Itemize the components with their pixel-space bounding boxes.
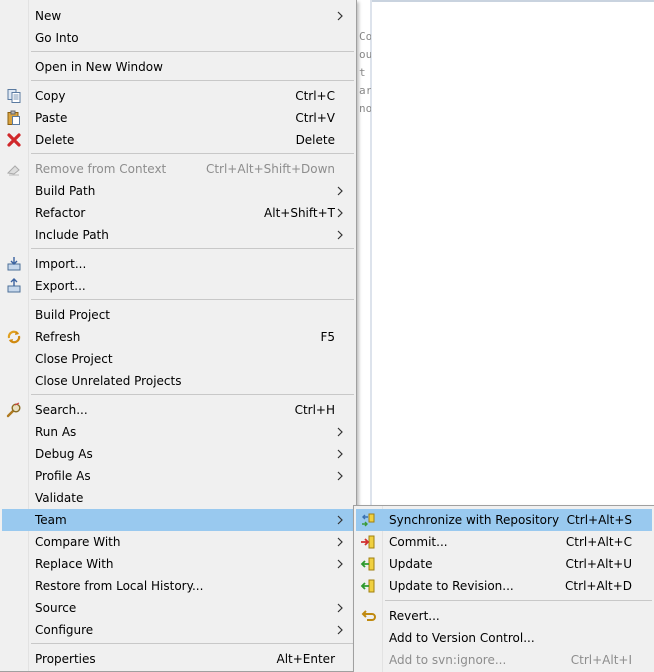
menu-item-team[interactable]: Team (2, 509, 354, 531)
menu-item-configure[interactable]: Configure (2, 619, 354, 641)
submenu-item-commit[interactable]: Commit... Ctrl+Alt+C (356, 531, 652, 553)
commit-icon (361, 535, 375, 549)
menu-separator (385, 600, 652, 601)
menu-item-paste[interactable]: Paste Ctrl+V (2, 107, 354, 129)
submenu-arrow-icon (337, 559, 343, 569)
submenu-arrow-icon (337, 186, 343, 196)
menu-item-build-project[interactable]: Build Project (2, 304, 354, 326)
submenu-arrow-icon (337, 230, 343, 240)
menu-separator (31, 153, 354, 154)
menu-item-validate[interactable]: Validate (2, 487, 354, 509)
editor-code-fragment: Co ou t are no (359, 30, 371, 115)
revert-icon (361, 610, 376, 621)
export-icon (7, 278, 21, 293)
menu-item-source[interactable]: Source (2, 597, 354, 619)
menu-item-restore-local-history[interactable]: Restore from Local History... (2, 575, 354, 597)
submenu-arrow-icon (337, 603, 343, 613)
menu-item-compare-with[interactable]: Compare With (2, 531, 354, 553)
menu-item-include-path[interactable]: Include Path (2, 224, 354, 246)
submenu-arrow-icon (337, 449, 343, 459)
menu-separator (31, 299, 354, 300)
import-icon (7, 257, 21, 271)
submenu-item-add-version-control[interactable]: Add to Version Control... (356, 627, 652, 649)
editor-top-border (372, 0, 654, 2)
menu-item-close-project[interactable]: Close Project (2, 348, 354, 370)
submenu-arrow-icon (337, 11, 343, 21)
menu-item-delete[interactable]: Delete Delete (2, 129, 354, 151)
team-submenu: Synchronize with Repository Ctrl+Alt+S C… (353, 505, 654, 672)
menu-item-new[interactable]: New (2, 5, 354, 27)
submenu-arrow-icon (337, 537, 343, 547)
menu-separator (31, 394, 354, 395)
menu-item-build-path[interactable]: Build Path (2, 180, 354, 202)
submenu-item-add-svn-ignore[interactable]: Add to svn:ignore... Ctrl+Alt+I (356, 649, 652, 671)
menu-item-open-new-window[interactable]: Open in New Window (2, 56, 354, 78)
refresh-icon (7, 330, 21, 344)
synchronize-icon (362, 513, 375, 527)
update-icon (360, 557, 375, 571)
menu-item-copy[interactable]: Copy Ctrl+C (2, 85, 354, 107)
menu-item-import[interactable]: Import... (2, 253, 354, 275)
menu-separator (31, 80, 354, 81)
submenu-item-revert[interactable]: Revert... (356, 605, 652, 627)
remove-context-icon (6, 165, 20, 176)
submenu-arrow-icon (337, 471, 343, 481)
update-revision-icon (360, 579, 375, 593)
submenu-item-update-to-revision[interactable]: Update to Revision... Ctrl+Alt+D (356, 575, 652, 597)
submenu-arrow-icon (337, 625, 343, 635)
menu-item-properties[interactable]: Properties Alt+Enter (2, 648, 354, 670)
menu-item-go-into[interactable]: Go Into (2, 27, 354, 49)
menu-separator (31, 51, 354, 52)
project-context-menu: New Go Into Open in New Window Copy Ctrl… (0, 0, 357, 672)
submenu-arrow-icon (337, 515, 343, 525)
menu-item-remove-from-context[interactable]: Remove from Context Ctrl+Alt+Shift+Down (2, 158, 354, 180)
submenu-arrow-icon (337, 427, 343, 437)
copy-icon (7, 89, 21, 103)
menu-separator (31, 643, 354, 644)
menu-item-search[interactable]: Search... Ctrl+H (2, 399, 354, 421)
menu-item-run-as[interactable]: Run As (2, 421, 354, 443)
submenu-arrow-icon (337, 208, 343, 218)
menu-item-close-unrelated-projects[interactable]: Close Unrelated Projects (2, 370, 354, 392)
menu-item-replace-with[interactable]: Replace With (2, 553, 354, 575)
search-icon (6, 402, 21, 418)
menu-item-profile-as[interactable]: Profile As (2, 465, 354, 487)
menu-item-export[interactable]: Export... (2, 275, 354, 297)
menu-separator (31, 248, 354, 249)
menu-item-debug-as[interactable]: Debug As (2, 443, 354, 465)
paste-icon (7, 110, 20, 125)
menu-item-refresh[interactable]: Refresh F5 (2, 326, 354, 348)
delete-icon (7, 133, 21, 147)
submenu-item-synchronize[interactable]: Synchronize with Repository Ctrl+Alt+S (356, 509, 652, 531)
submenu-item-update[interactable]: Update Ctrl+Alt+U (356, 553, 652, 575)
menu-item-refactor[interactable]: Refactor Alt+Shift+T (2, 202, 354, 224)
